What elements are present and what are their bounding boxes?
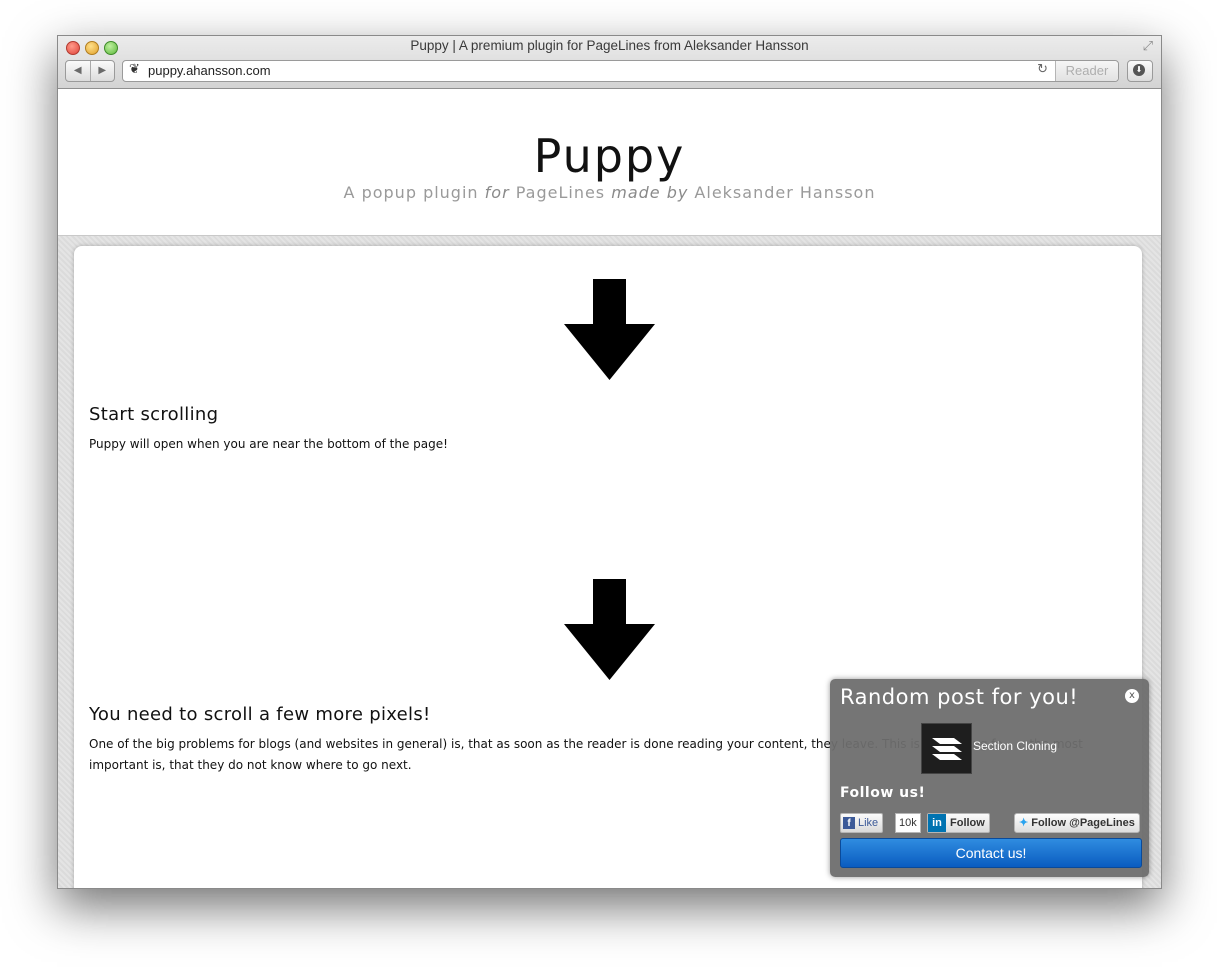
downloads-button[interactable]: ⬇ — [1127, 60, 1153, 82]
back-arrow-icon[interactable]: ◀ — [66, 61, 90, 81]
url-text[interactable]: puppy.ahansson.com — [148, 63, 271, 78]
down-arrow-icon — [564, 279, 655, 380]
facebook-like-button[interactable]: f Like — [840, 813, 884, 833]
tagline-part: PageLines — [509, 183, 612, 202]
facebook-icon: f — [843, 817, 855, 829]
facebook-like-label: Like — [858, 817, 879, 829]
section-title: You need to scroll a few more pixels! — [89, 704, 431, 725]
linkedin-follow-button[interactable]: in Follow — [927, 813, 990, 833]
contact-us-button[interactable]: Contact us! — [840, 838, 1142, 868]
forward-arrow-icon[interactable]: ▶ — [89, 61, 115, 81]
site-favicon-icon: ❦ — [129, 62, 140, 77]
window-title: Puppy | A premium plugin for PageLines f… — [410, 38, 809, 53]
title-bar: Puppy | A premium plugin for PageLines f… — [58, 36, 1161, 89]
fullscreen-icon[interactable]: ⤢ — [1143, 39, 1153, 54]
tagline-part: Aleksander Hansson — [688, 183, 876, 202]
tagline-for: for — [484, 183, 510, 202]
reader-button[interactable]: Reader — [1055, 61, 1118, 81]
twitter-bird-icon: ✦ — [1019, 817, 1029, 829]
facebook-like-count: 10k — [895, 813, 921, 833]
section-title: Start scrolling — [89, 404, 219, 425]
random-post-popup: Random post for you! x Section Cloning F… — [830, 679, 1149, 877]
linkedin-follow-label: Follow — [950, 817, 985, 829]
tagline-part: A popup plugin — [343, 183, 485, 202]
follow-title: Follow us! — [840, 785, 926, 801]
section-text: Puppy will open when you are near the bo… — [89, 437, 448, 451]
site-title: Puppy — [533, 129, 686, 183]
layers-icon — [932, 738, 962, 760]
twitter-follow-button[interactable]: ✦ Follow @PageLines — [1014, 813, 1140, 833]
nav-buttons: ◀ ▶ — [65, 60, 115, 82]
twitter-follow-label: Follow @PageLines — [1031, 817, 1135, 829]
tagline-made-by: made by — [611, 183, 689, 202]
down-arrow-icon — [564, 579, 655, 680]
site-header: Puppy A popup plugin for PageLines made … — [58, 89, 1161, 236]
download-icon: ⬇ — [1133, 64, 1145, 76]
site-tagline: A popup plugin for PageLines made by Ale… — [58, 183, 1161, 202]
post-thumbnail[interactable] — [921, 723, 972, 774]
linkedin-icon: in — [928, 814, 946, 832]
address-bar[interactable]: ❦ puppy.ahansson.com ↻ Reader — [122, 60, 1119, 82]
close-icon[interactable]: x — [1125, 689, 1139, 703]
post-link[interactable]: Section Cloning — [973, 739, 1057, 753]
popup-title: Random post for you! — [840, 685, 1079, 709]
reload-icon[interactable]: ↻ — [1037, 62, 1048, 77]
